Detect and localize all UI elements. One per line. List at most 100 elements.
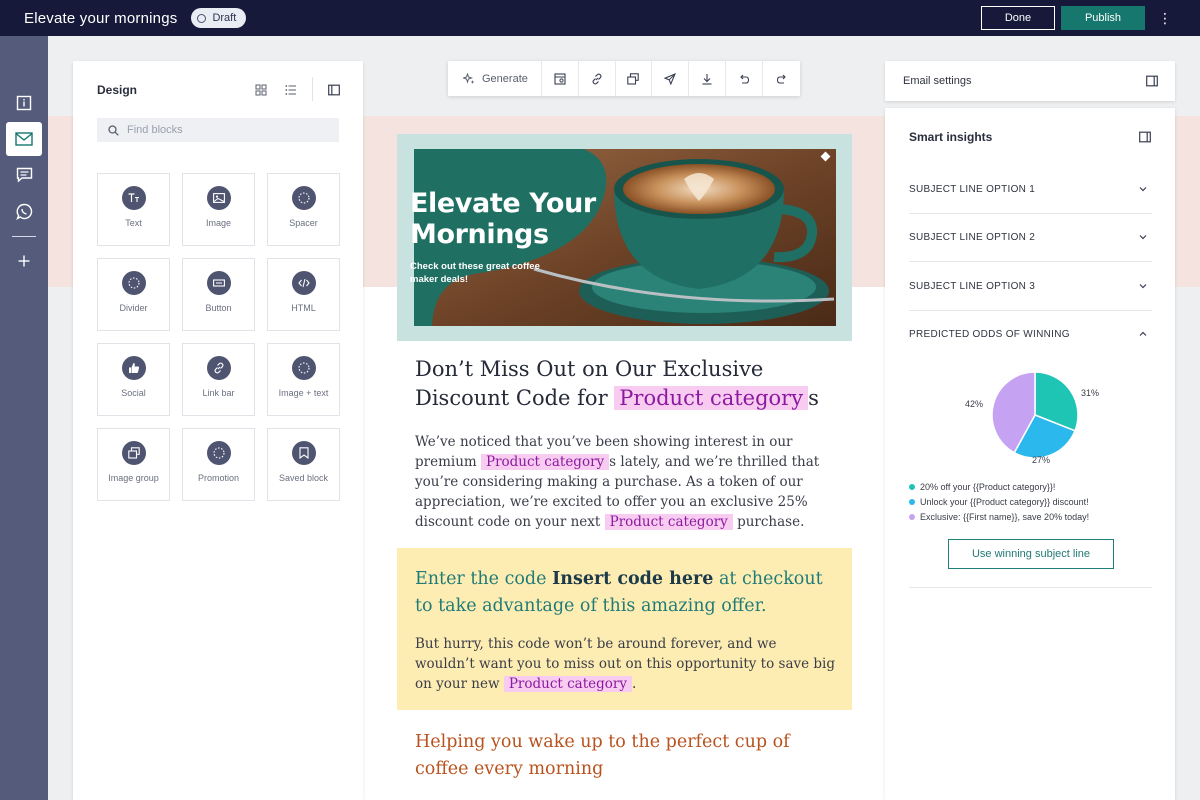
canvas-band-left bbox=[48, 116, 74, 287]
download-button[interactable] bbox=[689, 61, 727, 96]
block-text[interactable]: Text bbox=[97, 173, 170, 246]
rail-email[interactable] bbox=[6, 122, 42, 156]
smart-insights-panel: Smart insights SUBJECT LINE OPTION 1 SUB… bbox=[885, 108, 1175, 800]
block-label: Image group bbox=[108, 473, 159, 483]
undo-button[interactable] bbox=[726, 61, 764, 96]
blocks-grid: Text Image Spacer Divider Button HTML So… bbox=[97, 173, 340, 501]
email-settings-panel[interactable]: Email settings bbox=[885, 61, 1175, 101]
spacer-icon bbox=[291, 186, 316, 210]
publish-button[interactable]: Publish bbox=[1061, 6, 1145, 30]
odds-pie-chart: 31% 27% 42% bbox=[945, 358, 1125, 468]
block-social[interactable]: Social bbox=[97, 343, 170, 416]
block-label: HTML bbox=[291, 303, 316, 313]
chevron-up-icon bbox=[1139, 331, 1147, 336]
email-settings-label: Email settings bbox=[903, 75, 972, 87]
block-image-text[interactable]: Image + text bbox=[267, 343, 340, 416]
more-options-icon[interactable]: ⋮ bbox=[1158, 8, 1172, 28]
redo-button[interactable] bbox=[763, 61, 800, 96]
predicted-odds-header[interactable]: PREDICTED ODDS OF WINNING bbox=[909, 311, 1152, 359]
divider bbox=[909, 587, 1152, 588]
subject-line-option-2[interactable]: SUBJECT LINE OPTION 2 bbox=[909, 214, 1152, 262]
design-panel: Design Text Image Spacer Divider Bu bbox=[73, 61, 363, 800]
campaign-title[interactable]: Elevate your mornings bbox=[24, 10, 177, 27]
copy-icon bbox=[627, 72, 640, 85]
promo-body: But hurry, this code won’t be around for… bbox=[415, 634, 835, 694]
generate-button[interactable]: Generate bbox=[448, 61, 542, 96]
merge-tag-product-category[interactable]: Product category bbox=[503, 676, 632, 692]
body-text: purchase. bbox=[737, 514, 805, 530]
pie-chart-svg bbox=[991, 371, 1079, 459]
pie-label-option-1: 31% bbox=[1081, 388, 1100, 398]
block-label: Image bbox=[205, 218, 231, 228]
find-blocks-search[interactable] bbox=[97, 118, 339, 142]
promotion-icon bbox=[206, 441, 231, 465]
status-badge: Draft bbox=[191, 8, 247, 28]
rail-whatsapp[interactable] bbox=[6, 194, 42, 228]
copy-button[interactable] bbox=[616, 61, 653, 96]
closing-heading[interactable]: Helping you wake up to the perfect cup o… bbox=[415, 729, 835, 783]
collapse-insights-icon[interactable] bbox=[1138, 130, 1152, 144]
legend-dot bbox=[909, 483, 915, 490]
list-view-icon[interactable] bbox=[284, 83, 298, 97]
whatsapp-icon bbox=[15, 203, 32, 220]
promo-heading: Enter the code Insert code here at check… bbox=[415, 566, 835, 620]
promo-code[interactable]: Insert code here bbox=[552, 569, 713, 589]
rail-add[interactable] bbox=[6, 244, 42, 278]
promo-body-text: . bbox=[632, 676, 637, 692]
email-heading[interactable]: Don’t Miss Out on Our Exclusive Discount… bbox=[415, 355, 835, 413]
use-winning-subject-line-button[interactable]: Use winning subject line bbox=[948, 539, 1114, 569]
done-button[interactable]: Done bbox=[981, 6, 1055, 30]
block-html[interactable]: HTML bbox=[267, 258, 340, 331]
grid-view-icon[interactable] bbox=[254, 83, 268, 97]
pie-label-option-2: 27% bbox=[1032, 455, 1051, 465]
legend-label: Unlock your {{Product category}} discoun… bbox=[920, 496, 1089, 507]
merge-tag-product-category[interactable]: Product category bbox=[614, 386, 809, 410]
block-spacer[interactable]: Spacer bbox=[267, 173, 340, 246]
accordion-label: SUBJECT LINE OPTION 1 bbox=[909, 184, 1036, 195]
info-icon bbox=[16, 95, 32, 111]
subject-line-option-1[interactable]: SUBJECT LINE OPTION 1 bbox=[909, 166, 1152, 214]
link-button[interactable] bbox=[579, 61, 616, 96]
subject-line-option-3[interactable]: SUBJECT LINE OPTION 3 bbox=[909, 263, 1152, 311]
promo-text: Enter the code bbox=[415, 569, 547, 589]
text-icon bbox=[121, 186, 146, 210]
collapse-panel-icon[interactable] bbox=[327, 83, 341, 97]
legend-label: 20% off your {{Product category}}! bbox=[920, 481, 1056, 492]
search-input[interactable] bbox=[127, 124, 327, 136]
preview-button[interactable] bbox=[542, 61, 579, 96]
send-icon bbox=[664, 72, 677, 85]
divider-icon bbox=[121, 271, 146, 295]
block-button[interactable]: Button bbox=[182, 258, 255, 331]
block-image-group[interactable]: Image group bbox=[97, 428, 170, 501]
block-divider[interactable]: Divider bbox=[97, 258, 170, 331]
editor-toolbar: Generate bbox=[448, 61, 800, 96]
chevron-down-icon bbox=[1139, 187, 1147, 192]
block-image[interactable]: Image bbox=[182, 173, 255, 246]
download-icon bbox=[702, 73, 712, 85]
block-promotion[interactable]: Promotion bbox=[182, 428, 255, 501]
search-icon bbox=[108, 124, 119, 136]
email-body-paragraph[interactable]: We’ve noticed that you’ve been showing i… bbox=[415, 432, 835, 532]
merge-tag-product-category[interactable]: Product category bbox=[481, 454, 610, 470]
block-label: Saved block bbox=[278, 473, 329, 483]
draft-status-icon bbox=[197, 13, 207, 23]
block-label: Spacer bbox=[289, 218, 318, 228]
block-link-bar[interactable]: Link bar bbox=[182, 343, 255, 416]
merge-tag-product-category[interactable]: Product category bbox=[604, 514, 733, 530]
panel-separator bbox=[312, 77, 313, 101]
rail-info[interactable] bbox=[6, 86, 42, 120]
legend-dot bbox=[909, 498, 915, 505]
pie-label-option-3: 42% bbox=[965, 399, 984, 409]
button-icon bbox=[206, 271, 231, 295]
legend-item: Unlock your {{Product category}} discoun… bbox=[909, 494, 1159, 509]
send-test-button[interactable] bbox=[652, 61, 690, 96]
link-icon bbox=[206, 356, 231, 380]
smart-insights-title: Smart insights bbox=[909, 130, 993, 144]
block-label: Text bbox=[125, 218, 142, 228]
status-badge-label: Draft bbox=[212, 12, 237, 24]
rail-chat[interactable] bbox=[6, 158, 42, 192]
block-saved[interactable]: Saved block bbox=[267, 428, 340, 501]
design-panel-title: Design bbox=[97, 83, 138, 97]
expand-panel-icon[interactable] bbox=[1145, 74, 1159, 88]
chart-legend: 20% off your {{Product category}}! Unloc… bbox=[909, 479, 1159, 524]
